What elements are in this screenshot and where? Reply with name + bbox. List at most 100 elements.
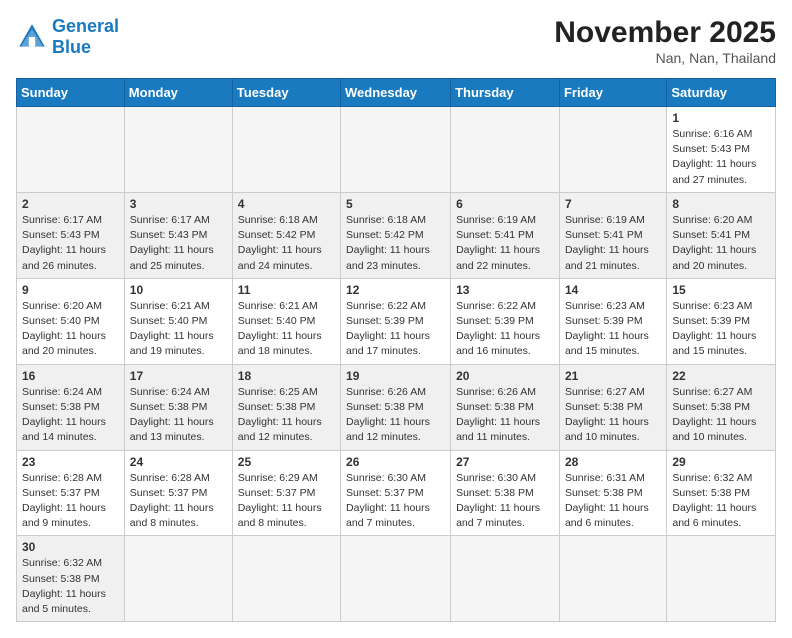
- day-info: Sunrise: 6:29 AM Sunset: 5:37 PM Dayligh…: [238, 471, 335, 532]
- day-number: 14: [565, 283, 661, 297]
- day-cell: 21Sunrise: 6:27 AM Sunset: 5:38 PM Dayli…: [559, 364, 666, 450]
- day-info: Sunrise: 6:27 AM Sunset: 5:38 PM Dayligh…: [672, 385, 770, 446]
- day-info: Sunrise: 6:19 AM Sunset: 5:41 PM Dayligh…: [565, 213, 661, 274]
- day-number: 7: [565, 197, 661, 211]
- day-cell: [232, 107, 340, 193]
- page: GeneralBlue November 2025 Nan, Nan, Thai…: [0, 0, 792, 638]
- day-info: Sunrise: 6:22 AM Sunset: 5:39 PM Dayligh…: [456, 299, 554, 360]
- day-cell: 22 Sunrise: 6:27 AM Sunset: 5:38 PM Dayli…: [667, 364, 776, 450]
- col-header-thursday: Thursday: [451, 79, 560, 107]
- day-info: Sunrise: 6:23 AM Sunset: 5:39 PM Dayligh…: [672, 299, 770, 360]
- day-cell: 8 Sunrise: 6:20 AM Sunset: 5:41 PM Daylig…: [667, 192, 776, 278]
- day-cell: [232, 536, 340, 622]
- day-cell: 14 Sunrise: 6:23 AM Sunset: 5:39 PM Dayli…: [559, 278, 666, 364]
- logo-text: GeneralBlue: [52, 16, 119, 58]
- calendar: SundayMondayTuesdayWednesdayThursdayFrid…: [16, 78, 776, 622]
- day-cell: [667, 536, 776, 622]
- day-cell: 24 Sunrise: 6:28 AM Sunset: 5:37 PM Dayli…: [124, 450, 232, 536]
- day-number: 19: [346, 369, 445, 383]
- day-info: Sunrise: 6:21 AM Sunset: 5:40 PM Dayligh…: [238, 299, 335, 360]
- day-cell: [451, 107, 560, 193]
- day-number: 23: [22, 455, 119, 469]
- day-cell: [451, 536, 560, 622]
- day-info: Sunrise: 6:24 AM Sunset: 5:38 PM Dayligh…: [22, 385, 119, 446]
- day-number: 21: [565, 369, 661, 383]
- day-info: Sunrise: 6:19 AM Sunset: 5:41 PM Dayligh…: [456, 213, 554, 274]
- day-cell: 9Sunrise: 6:20 AM Sunset: 5:40 PM Daylig…: [17, 278, 125, 364]
- day-number: 6: [456, 197, 554, 211]
- day-info: Sunrise: 6:18 AM Sunset: 5:42 PM Dayligh…: [346, 213, 445, 274]
- day-info: Sunrise: 6:28 AM Sunset: 5:37 PM Dayligh…: [130, 471, 227, 532]
- day-info: Sunrise: 6:31 AM Sunset: 5:38 PM Dayligh…: [565, 471, 661, 532]
- calendar-header: SundayMondayTuesdayWednesdayThursdayFrid…: [17, 79, 776, 107]
- week-row-0: 1Sunrise: 6:16 AM Sunset: 5:43 PM Daylig…: [17, 107, 776, 193]
- day-number: 22: [672, 369, 770, 383]
- day-number: 18: [238, 369, 335, 383]
- day-number: 12: [346, 283, 445, 297]
- day-cell: 5 Sunrise: 6:18 AM Sunset: 5:42 PM Daylig…: [341, 192, 451, 278]
- day-info: Sunrise: 6:23 AM Sunset: 5:39 PM Dayligh…: [565, 299, 661, 360]
- day-cell: 15 Sunrise: 6:23 AM Sunset: 5:39 PM Dayli…: [667, 278, 776, 364]
- logo-icon: [16, 21, 48, 53]
- title-block: November 2025 Nan, Nan, Thailand: [554, 16, 776, 66]
- day-cell: 25 Sunrise: 6:29 AM Sunset: 5:37 PM Dayli…: [232, 450, 340, 536]
- day-number: 3: [130, 197, 227, 211]
- day-number: 20: [456, 369, 554, 383]
- week-row-3: 16Sunrise: 6:24 AM Sunset: 5:38 PM Dayli…: [17, 364, 776, 450]
- day-info: Sunrise: 6:20 AM Sunset: 5:40 PM Dayligh…: [22, 299, 119, 360]
- day-cell: 6 Sunrise: 6:19 AM Sunset: 5:41 PM Daylig…: [451, 192, 560, 278]
- day-number: 4: [238, 197, 335, 211]
- day-cell: 30Sunrise: 6:32 AM Sunset: 5:38 PM Dayli…: [17, 536, 125, 622]
- day-number: 8: [672, 197, 770, 211]
- col-header-friday: Friday: [559, 79, 666, 107]
- col-header-sunday: Sunday: [17, 79, 125, 107]
- day-info: Sunrise: 6:17 AM Sunset: 5:43 PM Dayligh…: [130, 213, 227, 274]
- day-info: Sunrise: 6:18 AM Sunset: 5:42 PM Dayligh…: [238, 213, 335, 274]
- day-cell: 26 Sunrise: 6:30 AM Sunset: 5:37 PM Dayli…: [341, 450, 451, 536]
- week-row-4: 23 Sunrise: 6:28 AM Sunset: 5:37 PM Dayli…: [17, 450, 776, 536]
- day-info: Sunrise: 6:22 AM Sunset: 5:39 PM Dayligh…: [346, 299, 445, 360]
- day-cell: 4 Sunrise: 6:18 AM Sunset: 5:42 PM Daylig…: [232, 192, 340, 278]
- day-info: Sunrise: 6:26 AM Sunset: 5:38 PM Dayligh…: [346, 385, 445, 446]
- day-info: Sunrise: 6:20 AM Sunset: 5:41 PM Dayligh…: [672, 213, 770, 274]
- day-info: Sunrise: 6:32 AM Sunset: 5:38 PM Dayligh…: [22, 556, 119, 617]
- day-cell: 19 Sunrise: 6:26 AM Sunset: 5:38 PM Dayli…: [341, 364, 451, 450]
- day-info: Sunrise: 6:21 AM Sunset: 5:40 PM Dayligh…: [130, 299, 227, 360]
- day-cell: 7 Sunrise: 6:19 AM Sunset: 5:41 PM Daylig…: [559, 192, 666, 278]
- day-info: Sunrise: 6:26 AM Sunset: 5:38 PM Dayligh…: [456, 385, 554, 446]
- week-row-5: 30Sunrise: 6:32 AM Sunset: 5:38 PM Dayli…: [17, 536, 776, 622]
- col-header-wednesday: Wednesday: [341, 79, 451, 107]
- day-cell: [341, 107, 451, 193]
- day-number: 10: [130, 283, 227, 297]
- day-cell: 16Sunrise: 6:24 AM Sunset: 5:38 PM Dayli…: [17, 364, 125, 450]
- logo: GeneralBlue: [16, 16, 119, 58]
- day-number: 29: [672, 455, 770, 469]
- day-cell: 29Sunrise: 6:32 AM Sunset: 5:38 PM Dayli…: [667, 450, 776, 536]
- day-cell: 28 Sunrise: 6:31 AM Sunset: 5:38 PM Dayli…: [559, 450, 666, 536]
- day-cell: [17, 107, 125, 193]
- calendar-body: 1Sunrise: 6:16 AM Sunset: 5:43 PM Daylig…: [17, 107, 776, 622]
- day-cell: 2Sunrise: 6:17 AM Sunset: 5:43 PM Daylig…: [17, 192, 125, 278]
- day-info: Sunrise: 6:16 AM Sunset: 5:43 PM Dayligh…: [672, 127, 770, 188]
- day-number: 26: [346, 455, 445, 469]
- day-number: 5: [346, 197, 445, 211]
- day-info: Sunrise: 6:25 AM Sunset: 5:38 PM Dayligh…: [238, 385, 335, 446]
- col-header-monday: Monday: [124, 79, 232, 107]
- day-cell: 1Sunrise: 6:16 AM Sunset: 5:43 PM Daylig…: [667, 107, 776, 193]
- day-cell: 23Sunrise: 6:28 AM Sunset: 5:37 PM Dayli…: [17, 450, 125, 536]
- day-cell: 12 Sunrise: 6:22 AM Sunset: 5:39 PM Dayli…: [341, 278, 451, 364]
- day-info: Sunrise: 6:24 AM Sunset: 5:38 PM Dayligh…: [130, 385, 227, 446]
- day-info: Sunrise: 6:30 AM Sunset: 5:37 PM Dayligh…: [346, 471, 445, 532]
- day-number: 13: [456, 283, 554, 297]
- day-number: 25: [238, 455, 335, 469]
- day-cell: 17Sunrise: 6:24 AM Sunset: 5:38 PM Dayli…: [124, 364, 232, 450]
- day-cell: 20 Sunrise: 6:26 AM Sunset: 5:38 PM Dayli…: [451, 364, 560, 450]
- header-row: SundayMondayTuesdayWednesdayThursdayFrid…: [17, 79, 776, 107]
- day-cell: 18 Sunrise: 6:25 AM Sunset: 5:38 PM Dayli…: [232, 364, 340, 450]
- day-cell: 10 Sunrise: 6:21 AM Sunset: 5:40 PM Dayli…: [124, 278, 232, 364]
- day-info: Sunrise: 6:30 AM Sunset: 5:38 PM Dayligh…: [456, 471, 554, 532]
- day-number: 24: [130, 455, 227, 469]
- day-number: 28: [565, 455, 661, 469]
- day-number: 27: [456, 455, 554, 469]
- day-number: 15: [672, 283, 770, 297]
